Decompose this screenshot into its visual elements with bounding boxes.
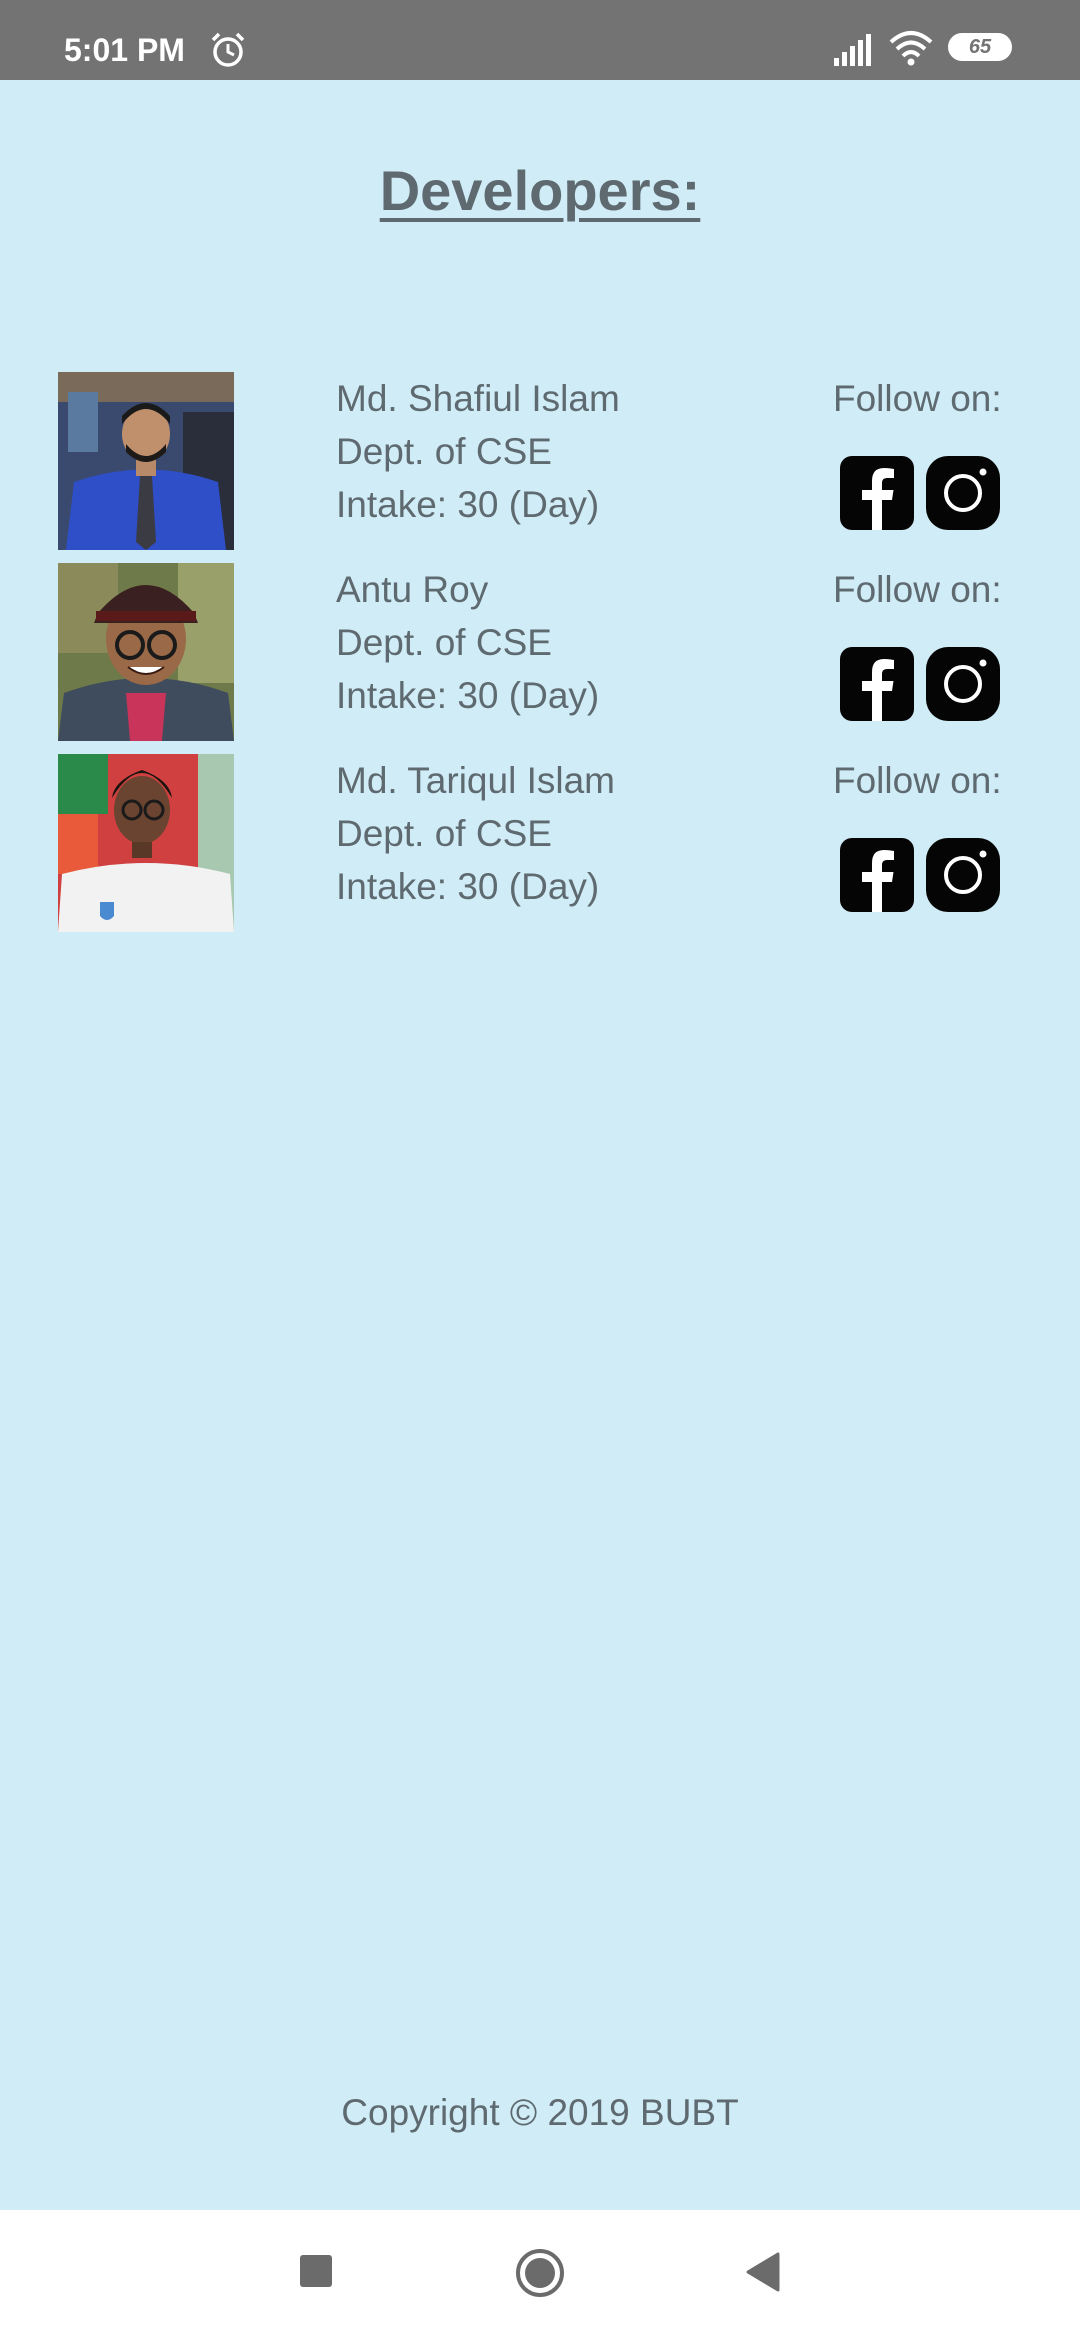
instagram-button[interactable]: [924, 645, 1002, 723]
recent-apps-icon[interactable]: [300, 2255, 332, 2287]
developer-info: Md. Tariqul Islam Dept. of CSE Intake: 3…: [336, 754, 615, 913]
instagram-icon: [926, 838, 1000, 912]
navigation-bar: [0, 2210, 1080, 2340]
status-time: 5:01 PM: [64, 32, 185, 68]
facebook-icon: [840, 456, 914, 530]
alarm-clock-icon: [211, 32, 245, 67]
instagram-icon: [926, 647, 1000, 721]
developer-photo: [58, 754, 234, 932]
developer-dept: Dept. of CSE: [336, 813, 552, 854]
developer-name: Md. Shafiul Islam: [336, 378, 620, 419]
developer-intake: Intake: 30 (Day): [336, 866, 600, 907]
developer-card: Md. Tariqul Islam Dept. of CSE Intake: 3…: [0, 754, 1080, 936]
developer-name: Md. Tariqul Islam: [336, 760, 615, 801]
copyright-text: Copyright © 2019 BUBT: [341, 2092, 739, 2133]
developer-card: Antu Roy Dept. of CSE Intake: 30 (Day) F…: [0, 563, 1080, 745]
developer-info: Antu Roy Dept. of CSE Intake: 30 (Day): [336, 563, 599, 722]
developer-card: Md. Shafiul Islam Dept. of CSE Intake: 3…: [0, 372, 1080, 554]
facebook-icon: [840, 838, 914, 912]
facebook-icon: [840, 647, 914, 721]
facebook-button[interactable]: [838, 454, 916, 532]
follow-label: Follow on:: [833, 569, 1002, 610]
developer-intake: Intake: 30 (Day): [336, 484, 600, 525]
cellular-signal-icon: [834, 34, 871, 66]
instagram-button[interactable]: [924, 454, 1002, 532]
developer-intake: Intake: 30 (Day): [336, 675, 600, 716]
facebook-button[interactable]: [838, 836, 916, 914]
status-bar: 5:01 PM 65: [0, 0, 1080, 80]
back-icon[interactable]: [742, 2250, 782, 2294]
page-title: Developers:: [379, 159, 701, 222]
follow-label: Follow on:: [833, 760, 1002, 801]
follow-label: Follow on:: [833, 378, 1002, 419]
battery-indicator: 65: [948, 33, 1012, 61]
developer-dept: Dept. of CSE: [336, 622, 552, 663]
instagram-button[interactable]: [924, 836, 1002, 914]
home-icon[interactable]: [515, 2248, 565, 2298]
developer-dept: Dept. of CSE: [336, 431, 552, 472]
developer-name: Antu Roy: [336, 569, 489, 610]
wifi-icon: [889, 31, 933, 66]
developer-info: Md. Shafiul Islam Dept. of CSE Intake: 3…: [336, 372, 620, 531]
facebook-button[interactable]: [838, 645, 916, 723]
developer-photo: [58, 372, 234, 550]
instagram-icon: [926, 456, 1000, 530]
developer-photo: [58, 563, 234, 741]
